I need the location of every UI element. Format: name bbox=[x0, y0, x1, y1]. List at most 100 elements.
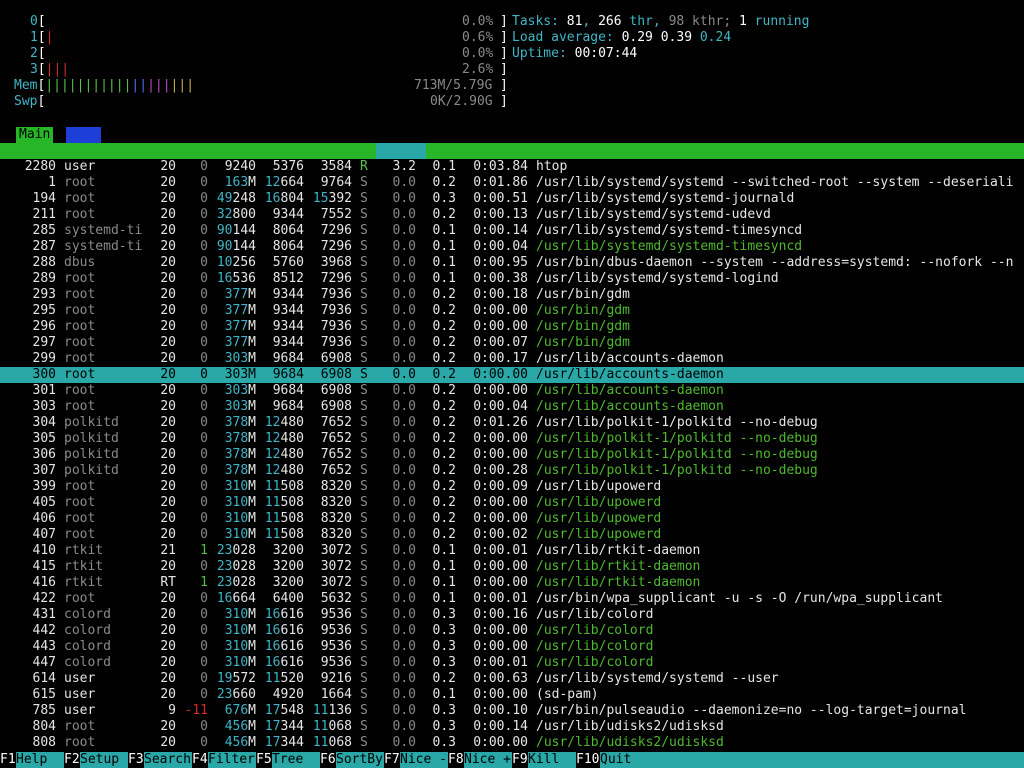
table-row[interactable]: 305 polkitd 20 0 378M 12480 7652 S 0.0 0.2 0:00.00… bbox=[0, 431, 1024, 447]
table-row[interactable]: 304 polkitd 20 0 378M 12480 7652 S 0.0 0.2 0:01.26… bbox=[0, 415, 1024, 431]
table-row[interactable]: 808 root 20 0 456M 17344 11068 S 0.0 0.3 0:00.00/u… bbox=[0, 735, 1024, 751]
table-row[interactable]: 785 user 9 -11 676M 17548 11136 S 0.0 0.3 0:00.10 /… bbox=[0, 703, 1024, 719]
table-row[interactable]: 306 polkitd 20 0 378M 12480 7652 S 0.0 0.2 0:00.00… bbox=[0, 447, 1024, 463]
table-row[interactable]: 194 root 20 0 49248 16804 15392 S 0.0 0.3 0:00.51 /… bbox=[0, 191, 1024, 207]
table-row[interactable]: 295 root 20 0 377M 9344 7936 S 0.0 0.2 0:00.00/usr… bbox=[0, 303, 1024, 319]
row-mem: 0.2 bbox=[432, 463, 456, 478]
row-shr: 8320 bbox=[320, 479, 352, 494]
table-row[interactable]: 307 polkitd 20 0 378M 12480 7652 S 0.0 0.2 0:00.28… bbox=[0, 463, 1024, 479]
row-virt: 303M bbox=[224, 383, 256, 398]
table-row[interactable]: 447 colord 20 0 310M 16616 9536 S 0.0 0.3 0:00.01 /… bbox=[0, 655, 1024, 671]
row-shr: 9536 bbox=[320, 623, 352, 638]
row-cpu: 0.0 bbox=[392, 287, 416, 302]
row-virt: 377M bbox=[224, 319, 256, 334]
row-res: 17548 bbox=[264, 703, 304, 718]
table-row[interactable]: 804 root 20 0 456M 17344 11068 S 0.0 0.3 0:00.14/u… bbox=[0, 719, 1024, 735]
table-row[interactable]: 296 root 20 0 377M 9344 7936 S 0.0 0.2 0:00.00/usr… bbox=[0, 319, 1024, 335]
nice-minus-button[interactable]: Nice - bbox=[400, 752, 448, 768]
row-pid: 304 bbox=[32, 415, 56, 430]
kill-button[interactable]: Kill bbox=[528, 752, 576, 768]
row-ni: 0 bbox=[200, 527, 208, 542]
row-res: 8512 bbox=[272, 271, 304, 286]
row-mem: 0.2 bbox=[432, 367, 456, 382]
row-virt: 310M bbox=[224, 639, 256, 654]
table-row[interactable]: 422 root 20 0 16664 6400 5632 S 0.0 0.1 0:00.01/us… bbox=[0, 591, 1024, 607]
tree-button[interactable]: Tree bbox=[272, 752, 320, 768]
row-user: polkitd bbox=[64, 463, 119, 478]
table-row[interactable]: 2280 user 20 0 9240 5376 3584 R 3.2 0.1 0:03.84 hto… bbox=[0, 159, 1024, 175]
table-row[interactable]: 443 colord 20 0 310M 16616 9536 S 0.0 0.3 0:00.00 /… bbox=[0, 639, 1024, 655]
table-row[interactable]: 399 root 20 0 310M 11508 8320 S 0.0 0.2 0:00.09/us… bbox=[0, 479, 1024, 495]
filter-button[interactable]: Filter bbox=[208, 752, 256, 768]
table-row[interactable]: 287 systemd-ti 20 0 90144 8064 7296 S 0.0 0.1 0:00… bbox=[0, 239, 1024, 255]
row-pri: 20 bbox=[160, 447, 176, 462]
table-row[interactable]: 1 root 20 0 163M 12664 9764 S 0.0 0.2 0:01.86/usr/… bbox=[0, 175, 1024, 191]
row-shr: 6908 bbox=[320, 383, 352, 398]
cpu-meter-label: 0 bbox=[30, 14, 38, 29]
table-row[interactable]: 615 user 20 0 23660 4920 1664 S 0.0 0.1 0:00.00 (sd… bbox=[0, 687, 1024, 703]
row-cpu: 0.0 bbox=[392, 543, 416, 558]
row-ni: 0 bbox=[200, 319, 208, 334]
table-row[interactable]: 299 root 20 0 303M 9684 6908 S 0.0 0.2 0:00.17/usr… bbox=[0, 351, 1024, 367]
cpu-meter-pct: 0.0% bbox=[462, 14, 494, 29]
row-time: 0:00.16 bbox=[473, 607, 528, 622]
table-row[interactable]: 406 root 20 0 310M 11508 8320 S 0.0 0.2 0:00.00/us… bbox=[0, 511, 1024, 527]
row-res: 12480 bbox=[264, 447, 304, 462]
table-row[interactable]: 416 rtkit RT 1 23028 3200 3072 S 0.0 0.1 0:00.00/u… bbox=[0, 575, 1024, 591]
row-shr: 9764 bbox=[320, 175, 352, 190]
row-res: 5760 bbox=[272, 255, 304, 270]
quit-button[interactable]: Quit bbox=[600, 752, 1024, 768]
table-row[interactable]: 614 user 20 0 19572 11520 9216 S 0.0 0.2 0:00.63/u… bbox=[0, 671, 1024, 687]
table-row[interactable]: 289 root 20 0 16536 8512 7296 S 0.0 0.1 0:00.38/us… bbox=[0, 271, 1024, 287]
table-row[interactable]: 285 systemd-ti 20 0 90144 8064 7296 S 0.0 0.1 0:00… bbox=[0, 223, 1024, 239]
row-s: S bbox=[360, 559, 368, 574]
row-virt: 303M bbox=[224, 351, 256, 366]
row-ni: -11 bbox=[184, 703, 208, 718]
nice-plus-button[interactable]: Nice + bbox=[464, 752, 512, 768]
help-button[interactable]: Help bbox=[16, 752, 64, 768]
table-row[interactable]: 293 root 20 0 377M 9344 7936 S 0.0 0.2 0:00.18/usr… bbox=[0, 287, 1024, 303]
row-res: 12480 bbox=[264, 415, 304, 430]
row-s: R bbox=[360, 159, 368, 174]
row-time: 0:00.00 bbox=[473, 303, 528, 318]
setup-button[interactable]: Setup bbox=[80, 752, 128, 768]
row-cpu: 0.0 bbox=[392, 607, 416, 622]
row-cmd: /usr/lib/systemd/systemd-journald bbox=[536, 191, 795, 206]
table-row[interactable]: 407 root 20 0 310M 11508 8320 S 0.0 0.2 0:00.02/us… bbox=[0, 527, 1024, 543]
row-ni: 0 bbox=[200, 175, 208, 190]
uptime: Uptime: 00:07:44 bbox=[512, 46, 638, 61]
search-button[interactable]: Search bbox=[144, 752, 192, 768]
table-row[interactable]: 297 root 20 0 377M 9344 7936 S 0.0 0.2 0:00.07/usr… bbox=[0, 335, 1024, 351]
table-row[interactable]: 211 root 20 0 32800 9344 7552 S 0.0 0.2 0:00.13/us… bbox=[0, 207, 1024, 223]
row-virt: 310M bbox=[224, 479, 256, 494]
row-user: user bbox=[64, 159, 96, 174]
tab-io[interactable]: I/O bbox=[66, 127, 102, 143]
row-pri: 20 bbox=[160, 335, 176, 350]
row-cmd: /usr/lib/systemd/systemd --switched-root… bbox=[536, 175, 1014, 190]
table-row[interactable]: 301 root 20 0 303M 9684 6908 S 0.0 0.2 0:00.00/usr… bbox=[0, 383, 1024, 399]
table-row-selected[interactable]: 300 root 20 0 303M 9684 6908 S 0.0 0.2 0:00.00/usr… bbox=[0, 367, 1024, 383]
row-user: rtkit bbox=[64, 543, 104, 558]
table-row[interactable]: 288 dbus 20 0 10256 5760 3968 S 0.0 0.1 0:00.95/us… bbox=[0, 255, 1024, 271]
row-cpu: 0.0 bbox=[392, 367, 416, 382]
table-row[interactable]: 415 rtkit 20 0 23028 3200 3072 S 0.0 0.1 0:00.00/u… bbox=[0, 559, 1024, 575]
row-virt: 676M bbox=[224, 703, 256, 718]
table-row[interactable]: 410 rtkit 21 1 23028 3200 3072 S 0.0 0.1 0:00.01/u… bbox=[0, 543, 1024, 559]
row-shr: 1664 bbox=[320, 687, 352, 702]
row-user: root bbox=[64, 479, 96, 494]
table-row[interactable]: 303 root 20 0 303M 9684 6908 S 0.0 0.2 0:00.04/usr… bbox=[0, 399, 1024, 415]
row-mem: 0.2 bbox=[432, 175, 456, 190]
table-row[interactable]: 442 colord 20 0 310M 16616 9536 S 0.0 0.3 0:00.00 /… bbox=[0, 623, 1024, 639]
table-row[interactable]: 431 colord 20 0 310M 16616 9536 S 0.0 0.3 0:00.16 /… bbox=[0, 607, 1024, 623]
row-cpu: 0.0 bbox=[392, 655, 416, 670]
row-cmd: /usr/bin/dbus-daemon --system --address=… bbox=[536, 255, 1014, 270]
row-time: 0:00.13 bbox=[473, 207, 528, 222]
tab-main[interactable]: Main bbox=[16, 127, 54, 143]
row-time: 0:00.09 bbox=[473, 479, 528, 494]
table-row[interactable]: 405 root 20 0 310M 11508 8320 S 0.0 0.2 0:00.00/us… bbox=[0, 495, 1024, 511]
row-user: colord bbox=[64, 639, 111, 654]
row-res: 17344 bbox=[264, 719, 304, 734]
sortby-button[interactable]: SortBy bbox=[336, 752, 384, 768]
row-user: root bbox=[64, 319, 96, 334]
row-s: S bbox=[360, 703, 368, 718]
